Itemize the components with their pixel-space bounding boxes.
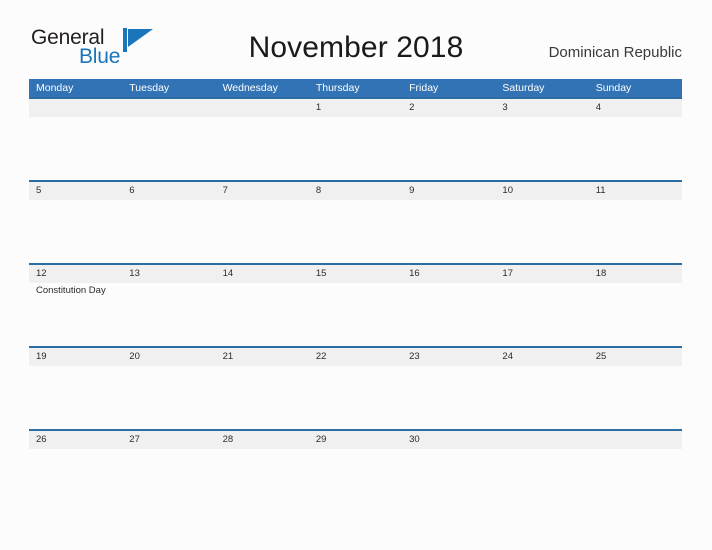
weekday-header-row: Monday Tuesday Wednesday Thursday Friday… — [29, 79, 682, 97]
week-date-strip: 12 13 14 15 16 17 18 — [29, 265, 682, 283]
day-note — [216, 366, 309, 429]
day-note — [589, 117, 682, 180]
day-number[interactable]: 27 — [122, 431, 215, 449]
day-number[interactable]: 11 — [589, 182, 682, 200]
day-number[interactable]: 4 — [589, 99, 682, 117]
week-row: 19 20 21 22 23 24 25 — [29, 346, 682, 429]
day-note — [402, 117, 495, 180]
country-label: Dominican Republic — [548, 44, 682, 61]
day-number[interactable]: 19 — [29, 348, 122, 366]
day-note — [122, 200, 215, 263]
day-note — [495, 449, 588, 512]
day-number[interactable]: 30 — [402, 431, 495, 449]
day-note — [402, 366, 495, 429]
day-number[interactable]: 28 — [216, 431, 309, 449]
week-row: 12 13 14 15 16 17 18 Constitution Day — [29, 263, 682, 346]
week-date-strip: 1 2 3 4 — [29, 99, 682, 117]
weekday-header-wednesday: Wednesday — [222, 82, 278, 94]
week-note-strip — [29, 449, 682, 512]
day-note — [495, 366, 588, 429]
week-date-strip: 19 20 21 22 23 24 25 — [29, 348, 682, 366]
day-number[interactable]: 6 — [122, 182, 215, 200]
day-number[interactable]: 20 — [122, 348, 215, 366]
day-note — [216, 200, 309, 263]
day-note — [29, 449, 122, 512]
day-number[interactable]: 5 — [29, 182, 122, 200]
day-note — [589, 283, 682, 346]
day-number[interactable]: 3 — [495, 99, 588, 117]
day-number[interactable]: 22 — [309, 348, 402, 366]
day-number[interactable]: 29 — [309, 431, 402, 449]
day-note — [495, 283, 588, 346]
day-number[interactable]: 16 — [402, 265, 495, 283]
week-row: 5 6 7 8 9 10 11 — [29, 180, 682, 263]
day-number[interactable]: 15 — [309, 265, 402, 283]
day-note — [309, 283, 402, 346]
weekday-header-thursday: Thursday — [315, 82, 360, 94]
day-note — [216, 283, 309, 346]
week-date-strip: 5 6 7 8 9 10 11 — [29, 182, 682, 200]
day-note — [589, 200, 682, 263]
day-number[interactable] — [589, 431, 682, 449]
day-number[interactable]: 23 — [402, 348, 495, 366]
day-number[interactable]: 1 — [309, 99, 402, 117]
day-note — [216, 117, 309, 180]
page-header: General Blue November 2018 Dominican Rep… — [0, 0, 712, 68]
day-number[interactable]: 8 — [309, 182, 402, 200]
day-number[interactable]: 17 — [495, 265, 588, 283]
week-row: 26 27 28 29 30 — [29, 429, 682, 512]
day-number[interactable]: 10 — [495, 182, 588, 200]
day-note — [309, 449, 402, 512]
day-note — [309, 366, 402, 429]
week-row: 1 2 3 4 — [29, 97, 682, 180]
week-note-strip: Constitution Day — [29, 283, 682, 346]
day-note — [309, 200, 402, 263]
week-date-strip: 26 27 28 29 30 — [29, 431, 682, 449]
day-number[interactable]: 26 — [29, 431, 122, 449]
day-note — [589, 449, 682, 512]
day-note — [29, 117, 122, 180]
day-number[interactable]: 21 — [216, 348, 309, 366]
weekday-header-tuesday: Tuesday — [129, 82, 170, 94]
week-note-strip — [29, 366, 682, 429]
week-note-strip — [29, 200, 682, 263]
day-note — [122, 117, 215, 180]
weekday-header-sunday: Sunday — [595, 82, 632, 94]
day-note — [122, 449, 215, 512]
week-note-strip — [29, 117, 682, 180]
day-note — [495, 200, 588, 263]
day-number[interactable] — [216, 99, 309, 117]
day-number[interactable]: 13 — [122, 265, 215, 283]
day-number[interactable] — [29, 99, 122, 117]
day-note — [402, 283, 495, 346]
weekday-header-monday: Monday — [36, 82, 74, 94]
day-note — [402, 200, 495, 263]
day-note — [402, 449, 495, 512]
day-number[interactable]: 24 — [495, 348, 588, 366]
day-number[interactable]: 25 — [589, 348, 682, 366]
weekday-header-friday: Friday — [409, 82, 439, 94]
day-number[interactable]: 18 — [589, 265, 682, 283]
calendar-table: Monday Tuesday Wednesday Thursday Friday… — [29, 79, 682, 512]
day-note — [216, 449, 309, 512]
day-note — [29, 366, 122, 429]
day-number[interactable]: 9 — [402, 182, 495, 200]
day-number[interactable]: 2 — [402, 99, 495, 117]
day-number[interactable]: 14 — [216, 265, 309, 283]
day-number[interactable] — [495, 431, 588, 449]
day-note — [122, 283, 215, 346]
day-note — [122, 366, 215, 429]
day-number[interactable]: 12 — [29, 265, 122, 283]
day-note: Constitution Day — [36, 285, 106, 296]
day-note — [589, 366, 682, 429]
weekday-header-saturday: Saturday — [502, 82, 545, 94]
day-note — [309, 117, 402, 180]
day-note — [495, 117, 588, 180]
day-number[interactable] — [122, 99, 215, 117]
day-number[interactable]: 7 — [216, 182, 309, 200]
day-note — [29, 200, 122, 263]
